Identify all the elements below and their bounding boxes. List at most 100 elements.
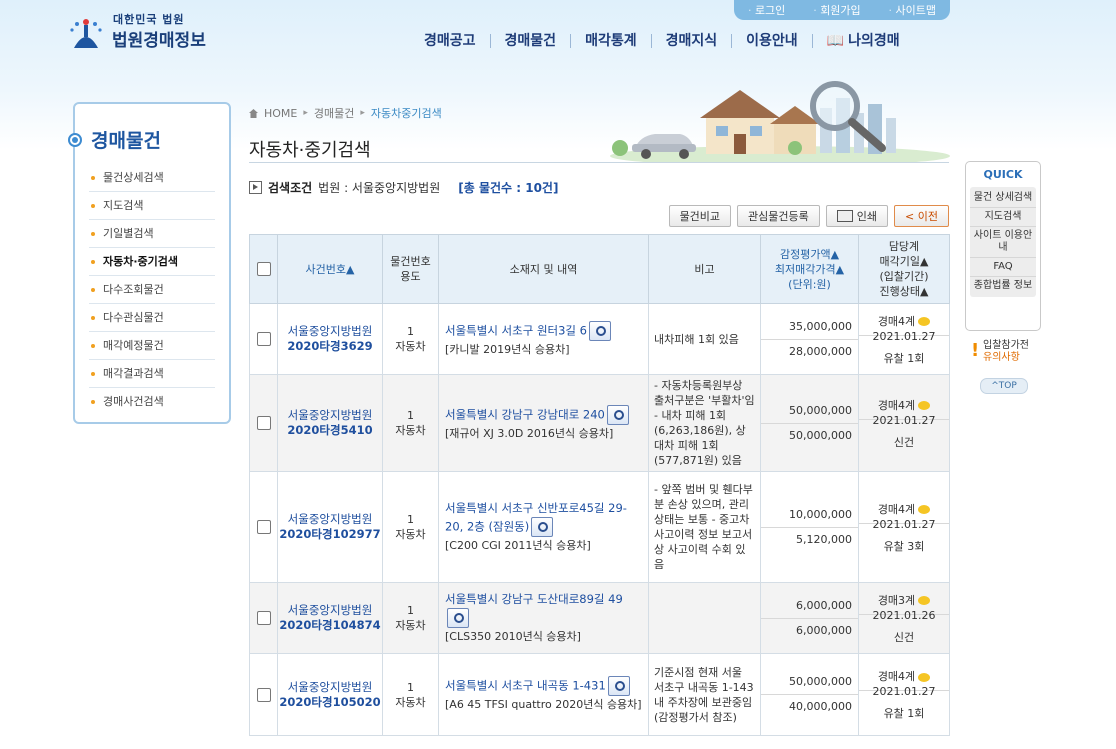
sidebar-item-most-interest[interactable]: 다수관심물건: [89, 304, 215, 332]
row-checkbox[interactable]: [256, 416, 271, 430]
quick-map-search[interactable]: 지도검색: [970, 208, 1036, 227]
row-checkbox[interactable]: [256, 687, 271, 702]
sale-date: 2021.01.27: [872, 329, 936, 343]
sidebar-item-sale-result[interactable]: 매각결과검색: [89, 360, 215, 388]
signup-link[interactable]: 회원가입: [813, 2, 860, 18]
bullet-icon: [68, 133, 82, 147]
case-cell[interactable]: 서울중앙지방법원 2020타경5410: [277, 374, 383, 472]
speech-bubble-icon[interactable]: [918, 401, 931, 410]
sidebar-item-vehicle-search[interactable]: 자동차·중기검색: [89, 248, 215, 276]
login-link[interactable]: 로그인: [748, 2, 785, 18]
row-checkbox[interactable]: [256, 520, 271, 534]
nav-auction-notice[interactable]: 경매공고: [410, 34, 491, 48]
exclamation-icon: !: [971, 340, 980, 361]
col-schedule[interactable]: 담당계 매각기일▲ (입찰기간) 진행상태▲: [858, 234, 950, 304]
map-search-icon[interactable]: [607, 676, 630, 696]
case-cell[interactable]: 서울중앙지방법원 2020타경3629: [277, 303, 383, 375]
price-cell: 10,000,000 5,120,000: [760, 471, 859, 583]
item-number: 1: [407, 325, 414, 338]
case-number[interactable]: 2020타경104874: [278, 618, 382, 633]
case-number[interactable]: 2020타경102977: [278, 527, 382, 542]
table-row: 서울중앙지방법원 2020타경5410 1 자동차 서울특별시 강남구 강남대로 2…: [249, 374, 950, 472]
case-number[interactable]: 2020타경3629: [278, 339, 382, 354]
select-all-cell: [249, 234, 278, 304]
map-search-icon[interactable]: [447, 608, 469, 628]
location-cell: 서울특별시 강남구 강남대로 240 [재규어 XJ 3.0D 2016년식 승용…: [438, 374, 649, 472]
location-cell: 서울특별시 서초구 내곡동 1-431 [A6 45 TFSI quattro 2…: [438, 653, 649, 736]
status-text: 신건: [893, 435, 915, 449]
court-name: 서울중앙지방법원: [287, 324, 373, 338]
address-link[interactable]: 서울특별시 강남구 도산대로89길 49: [445, 592, 623, 606]
quick-legal-info[interactable]: 종합법률 정보: [970, 277, 1036, 295]
price-cell: 35,000,000 28,000,000: [760, 303, 859, 375]
map-search-icon[interactable]: [531, 517, 554, 537]
add-interest-button[interactable]: 관심물건등록: [737, 205, 820, 227]
appraisal-value: 50,000,000: [761, 399, 858, 424]
row-checkbox[interactable]: [256, 611, 271, 625]
speech-bubble-icon[interactable]: [918, 505, 931, 514]
row-checkbox[interactable]: [256, 332, 271, 346]
home-icon: [249, 108, 258, 118]
total-count: [총 물건수 : 10건]: [458, 181, 559, 195]
quick-usage-guide[interactable]: 사이트 이용안내: [970, 227, 1036, 258]
sidebar-item-detail-search[interactable]: 물건상세검색: [89, 164, 215, 192]
sale-date: 2021.01.27: [872, 517, 936, 531]
site-logo[interactable]: 대한민국 법원 법원경매정보: [64, 8, 214, 51]
bid-notice-link[interactable]: ! 입찰참가전 유의사항: [965, 336, 1041, 368]
quick-detail-search[interactable]: 물건 상세검색: [970, 189, 1036, 208]
prev-button[interactable]: < 이전: [894, 205, 949, 227]
table-row: 서울중앙지방법원 2020타경104874 1 자동차 서울특별시 강남구 도산대로…: [249, 582, 950, 654]
nav-auction-items[interactable]: 경매물건: [491, 34, 572, 48]
sidebar-item-most-viewed[interactable]: 다수조회물건: [89, 276, 215, 304]
map-search-icon[interactable]: [588, 320, 611, 341]
house-car-illustration: [610, 81, 950, 162]
print-button[interactable]: 인쇄: [825, 205, 889, 227]
schedule-cell: 경매4계 2021.01.27 유찰 3회: [858, 471, 950, 583]
sidebar-item-case-search[interactable]: 경매사건검색: [89, 388, 215, 415]
sidebar-item-map-search[interactable]: 지도검색: [89, 192, 215, 220]
nav-auction-knowledge[interactable]: 경매지식: [652, 34, 733, 48]
address-link[interactable]: 서울특별시 강남구 강남대로 240: [445, 407, 605, 421]
appraisal-value: 10,000,000: [761, 503, 858, 528]
case-cell[interactable]: 서울중앙지방법원 2020타경105020: [277, 653, 383, 736]
breadcrumb-home[interactable]: HOME: [264, 107, 297, 120]
nav-usage-guide[interactable]: 이용안내: [732, 34, 813, 48]
case-number[interactable]: 2020타경5410: [278, 423, 382, 438]
item-cell: 1 자동차: [382, 374, 439, 472]
speech-bubble-icon[interactable]: [918, 317, 931, 326]
sitemap-link[interactable]: 사이트맵: [889, 2, 936, 18]
breadcrumb: HOME ▸ 경매물건 ▸ 자동차중기검색: [249, 105, 442, 121]
col-schedule-l3: (입찰기간): [879, 270, 929, 283]
speech-bubble-icon[interactable]: [918, 596, 931, 605]
quick-menu: QUICK 물건 상세검색 지도검색 사이트 이용안내 FAQ 종합법률 정보: [965, 161, 1041, 331]
status-text: 유찰 1회: [883, 351, 925, 365]
nav-my-auction[interactable]: 📖 나의경매: [813, 34, 900, 48]
sidebar-item-date-search[interactable]: 기일별검색: [89, 220, 215, 248]
item-cell: 1 자동차: [382, 582, 439, 654]
department: 경매3계: [877, 593, 916, 607]
case-cell[interactable]: 서울중앙지방법원 2020타경104874: [277, 582, 383, 654]
scroll-top-button[interactable]: ^TOP: [980, 378, 1028, 394]
sale-date: 2021.01.27: [872, 413, 936, 427]
speech-bubble-icon[interactable]: [918, 672, 931, 682]
col-case-number[interactable]: 사건번호▲: [277, 234, 383, 304]
nav-sale-statistics[interactable]: 매각통계: [571, 34, 652, 48]
case-cell[interactable]: 서울중앙지방법원 2020타경102977: [277, 471, 383, 583]
map-search-icon[interactable]: [606, 404, 629, 425]
case-number[interactable]: 2020타경105020: [278, 695, 382, 710]
location-cell: 서울특별시 강남구 도산대로89길 49 [CLS350 2010년식 승용차]: [438, 582, 649, 654]
col-price[interactable]: 감정평가액▲ 최저매각가격▲ (단위:원): [760, 234, 859, 304]
sidebar-menu: 물건상세검색 지도검색 기일별검색 자동차·중기검색 다수조회물건 다수관심물건…: [89, 164, 215, 415]
compare-button[interactable]: 물건비교: [668, 205, 732, 227]
select-all-checkbox[interactable]: [256, 262, 271, 276]
item-use: 자동차: [395, 528, 426, 541]
address-link[interactable]: 서울특별시 서초구 원터3길 6: [445, 323, 587, 337]
quick-faq[interactable]: FAQ: [970, 258, 1036, 277]
address-link[interactable]: 서울특별시 서초구 내곡동 1-431: [445, 679, 606, 693]
breadcrumb-level1[interactable]: 경매물건: [314, 105, 354, 121]
sidebar-item-scheduled-sale[interactable]: 매각예정물건: [89, 332, 215, 360]
item-description: [A6 45 TFSI quattro 2020년식 승용차]: [445, 698, 642, 711]
item-description: [CLS350 2010년식 승용차]: [445, 630, 581, 643]
notice-line1: 입찰참가전: [983, 340, 1029, 351]
utility-links: 로그인 회원가입 사이트맵: [734, 0, 950, 20]
